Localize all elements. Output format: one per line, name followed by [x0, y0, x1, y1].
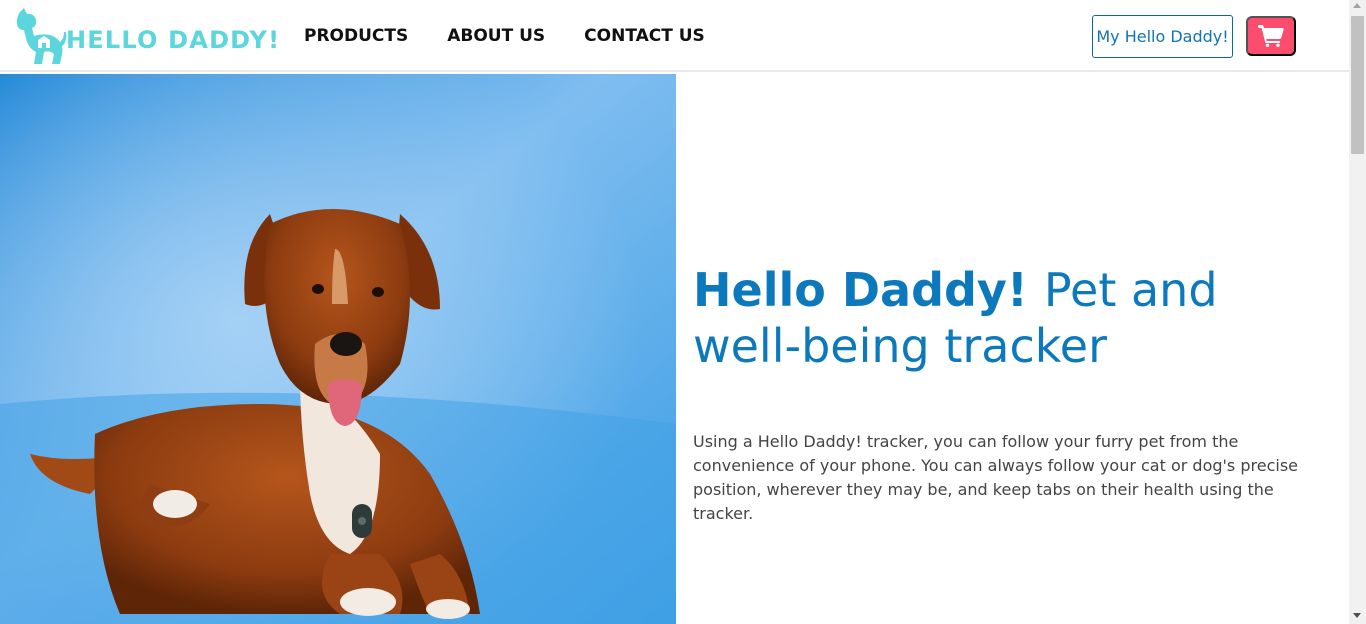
hero-title-strong: Hello Daddy! — [693, 263, 1028, 317]
cart-button[interactable] — [1246, 16, 1296, 56]
scroll-up-arrow-icon[interactable] — [1353, 3, 1361, 8]
hero-title: Hello Daddy! Pet and well-being tracker — [693, 262, 1333, 374]
main-nav: PRODUCTS ABOUT US CONTACT US — [304, 26, 744, 46]
hero-dog-photo — [0, 74, 676, 624]
dog-silhouette-icon — [16, 8, 67, 64]
logo[interactable]: HELLO DADDY! — [14, 6, 279, 64]
top-navbar: HELLO DADDY! PRODUCTS ABOUT US CONTACT U… — [0, 0, 1349, 72]
scroll-down-arrow-icon[interactable] — [1353, 613, 1361, 618]
my-hello-daddy-button[interactable]: My Hello Daddy! — [1092, 15, 1233, 58]
scrollbar-thumb[interactable] — [1351, 16, 1364, 154]
nav-about-us[interactable]: ABOUT US — [447, 26, 545, 46]
logo-text: HELLO DADDY! — [66, 26, 281, 54]
nav-contact-us[interactable]: CONTACT US — [584, 26, 705, 46]
shopping-cart-icon — [1258, 25, 1284, 47]
nav-products[interactable]: PRODUCTS — [304, 26, 408, 46]
hero-description: Using a Hello Daddy! tracker, you can fo… — [693, 432, 1298, 523]
